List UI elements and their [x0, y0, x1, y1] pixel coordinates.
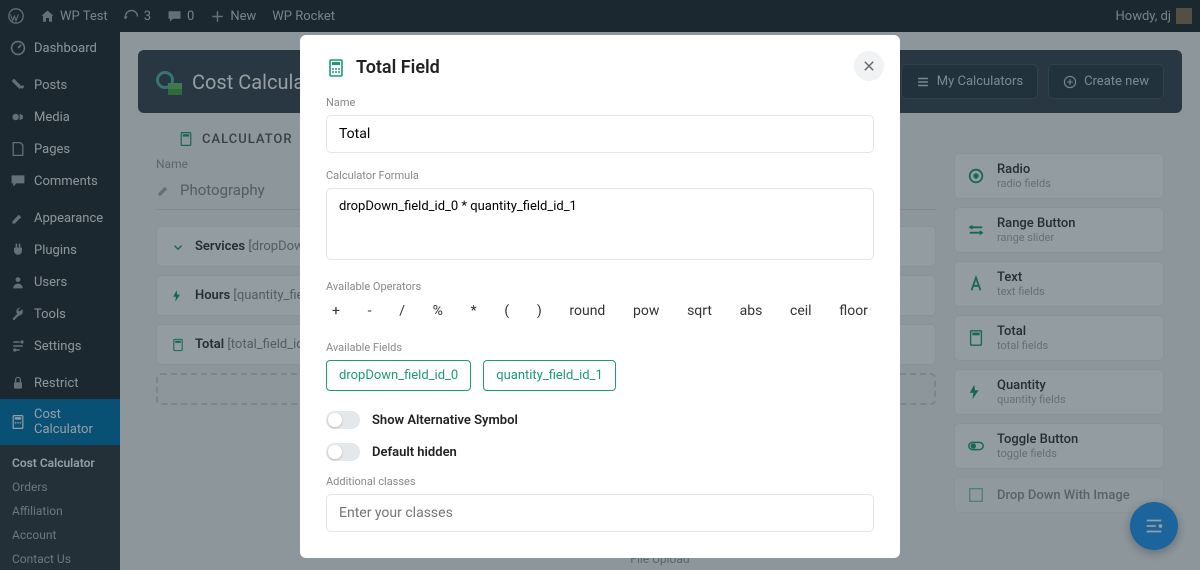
total-field-modal: Total Field Name Calculator Formula drop…: [300, 35, 900, 558]
modal-overlay[interactable]: Total Field Name Calculator Formula drop…: [0, 0, 1200, 570]
close-icon[interactable]: [854, 51, 884, 81]
op-abs[interactable]: abs: [740, 303, 763, 319]
op-plus[interactable]: +: [332, 303, 340, 319]
fields-label: Available Fields: [326, 341, 874, 354]
field-chip-quantity[interactable]: quantity_field_id_1: [483, 360, 616, 391]
calculator-icon: [326, 58, 346, 78]
operators-row: + - / % * ( ) round pow sqrt abs ceil fl…: [326, 299, 874, 323]
name-input[interactable]: [326, 115, 874, 153]
op-floor[interactable]: floor: [839, 303, 868, 319]
op-mul[interactable]: *: [471, 303, 477, 319]
name-label: Name: [326, 96, 874, 109]
classes-input[interactable]: [326, 494, 874, 532]
toggle-hidden-label: Default hidden: [372, 445, 457, 460]
op-minus[interactable]: -: [368, 303, 372, 319]
op-sqrt[interactable]: sqrt: [687, 303, 712, 319]
op-rparen[interactable]: ): [537, 303, 542, 319]
formula-input[interactable]: dropDown_field_id_0 * quantity_field_id_…: [326, 188, 874, 260]
op-ceil[interactable]: ceil: [790, 303, 812, 319]
field-chip-dropdown[interactable]: dropDown_field_id_0: [326, 360, 471, 391]
toggle-alternative-symbol[interactable]: [326, 411, 360, 429]
operators-label: Available Operators: [326, 280, 874, 293]
op-round[interactable]: round: [569, 303, 605, 319]
op-div[interactable]: /: [399, 303, 405, 319]
op-lparen[interactable]: (: [504, 303, 509, 319]
toggle-default-hidden[interactable]: [326, 443, 360, 461]
toggle-alt-label: Show Alternative Symbol: [372, 413, 518, 428]
op-mod[interactable]: %: [433, 303, 443, 319]
op-pow[interactable]: pow: [633, 303, 659, 319]
formula-label: Calculator Formula: [326, 169, 874, 182]
classes-label: Additional classes: [326, 475, 874, 488]
modal-title: Total Field: [356, 57, 440, 78]
